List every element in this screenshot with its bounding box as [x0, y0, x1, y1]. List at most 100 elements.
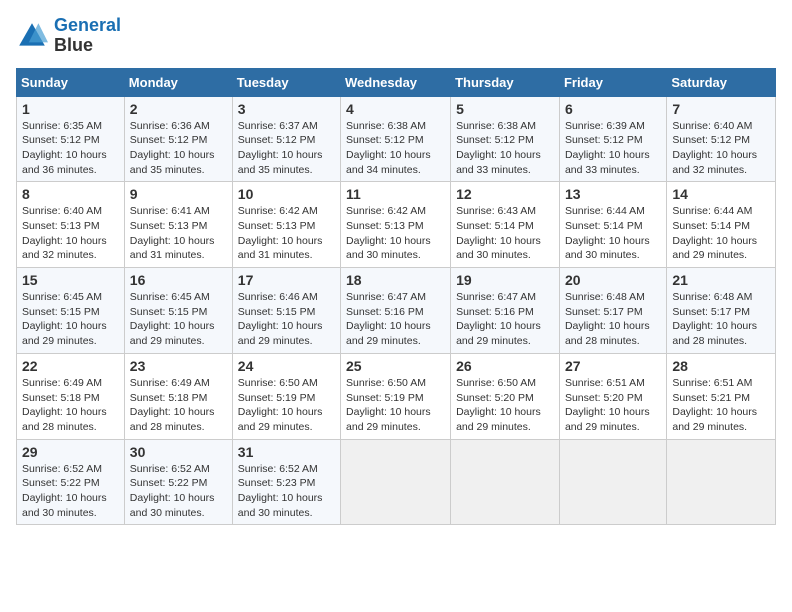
- day-number: 19: [456, 272, 554, 288]
- header-day-monday: Monday: [124, 68, 232, 96]
- calendar-cell: 5 Sunrise: 6:38 AM Sunset: 5:12 PM Daylig…: [451, 96, 560, 182]
- calendar-cell: 25 Sunrise: 6:50 AM Sunset: 5:19 PM Dayli…: [341, 353, 451, 439]
- day-info: Sunrise: 6:37 AM Sunset: 5:12 PM Dayligh…: [238, 119, 335, 178]
- day-number: 30: [130, 444, 227, 460]
- day-number: 22: [22, 358, 119, 374]
- day-info: Sunrise: 6:38 AM Sunset: 5:12 PM Dayligh…: [456, 119, 554, 178]
- day-number: 15: [22, 272, 119, 288]
- day-number: 7: [672, 101, 770, 117]
- day-info: Sunrise: 6:44 AM Sunset: 5:14 PM Dayligh…: [565, 204, 661, 263]
- page-header: General Blue: [16, 16, 776, 56]
- day-number: 5: [456, 101, 554, 117]
- header-day-tuesday: Tuesday: [232, 68, 340, 96]
- day-number: 8: [22, 186, 119, 202]
- day-info: Sunrise: 6:38 AM Sunset: 5:12 PM Dayligh…: [346, 119, 445, 178]
- calendar-cell: 19 Sunrise: 6:47 AM Sunset: 5:16 PM Dayli…: [451, 268, 560, 354]
- calendar-cell: 1Sunrise: 6:35 AM Sunset: 5:12 PM Daylig…: [17, 96, 125, 182]
- day-info: Sunrise: 6:50 AM Sunset: 5:19 PM Dayligh…: [238, 376, 335, 435]
- calendar-cell: 3 Sunrise: 6:37 AM Sunset: 5:12 PM Daylig…: [232, 96, 340, 182]
- logo: General Blue: [16, 16, 121, 56]
- day-number: 13: [565, 186, 661, 202]
- header-row: SundayMondayTuesdayWednesdayThursdayFrid…: [17, 68, 776, 96]
- day-info: Sunrise: 6:47 AM Sunset: 5:16 PM Dayligh…: [456, 290, 554, 349]
- calendar-body: 1Sunrise: 6:35 AM Sunset: 5:12 PM Daylig…: [17, 96, 776, 525]
- calendar-cell: 28Sunrise: 6:51 AM Sunset: 5:21 PM Dayli…: [667, 353, 776, 439]
- logo-text: General Blue: [54, 16, 121, 56]
- calendar-cell: 6 Sunrise: 6:39 AM Sunset: 5:12 PM Daylig…: [559, 96, 666, 182]
- day-info: Sunrise: 6:51 AM Sunset: 5:21 PM Dayligh…: [672, 376, 770, 435]
- calendar-table: SundayMondayTuesdayWednesdayThursdayFrid…: [16, 68, 776, 526]
- calendar-cell: 29Sunrise: 6:52 AM Sunset: 5:22 PM Dayli…: [17, 439, 125, 525]
- calendar-cell: 7 Sunrise: 6:40 AM Sunset: 5:12 PM Daylig…: [667, 96, 776, 182]
- day-number: 9: [130, 186, 227, 202]
- day-number: 10: [238, 186, 335, 202]
- calendar-cell: [559, 439, 666, 525]
- calendar-week-3: 15 Sunrise: 6:45 AM Sunset: 5:15 PM Dayli…: [17, 268, 776, 354]
- calendar-cell: 20 Sunrise: 6:48 AM Sunset: 5:17 PM Dayli…: [559, 268, 666, 354]
- day-number: 14: [672, 186, 770, 202]
- calendar-cell: 31 Sunrise: 6:52 AM Sunset: 5:23 PM Dayli…: [232, 439, 340, 525]
- day-number: 21: [672, 272, 770, 288]
- day-number: 2: [130, 101, 227, 117]
- calendar-cell: [341, 439, 451, 525]
- day-info: Sunrise: 6:48 AM Sunset: 5:17 PM Dayligh…: [672, 290, 770, 349]
- calendar-cell: 16Sunrise: 6:45 AM Sunset: 5:15 PM Dayli…: [124, 268, 232, 354]
- day-info: Sunrise: 6:50 AM Sunset: 5:20 PM Dayligh…: [456, 376, 554, 435]
- day-number: 20: [565, 272, 661, 288]
- calendar-cell: 14 Sunrise: 6:44 AM Sunset: 5:14 PM Dayli…: [667, 182, 776, 268]
- day-info: Sunrise: 6:36 AM Sunset: 5:12 PM Dayligh…: [130, 119, 227, 178]
- calendar-cell: 8 Sunrise: 6:40 AM Sunset: 5:13 PM Daylig…: [17, 182, 125, 268]
- day-info: Sunrise: 6:35 AM Sunset: 5:12 PM Dayligh…: [22, 119, 119, 178]
- calendar-cell: 30Sunrise: 6:52 AM Sunset: 5:22 PM Dayli…: [124, 439, 232, 525]
- day-info: Sunrise: 6:39 AM Sunset: 5:12 PM Dayligh…: [565, 119, 661, 178]
- day-number: 23: [130, 358, 227, 374]
- calendar-cell: 15 Sunrise: 6:45 AM Sunset: 5:15 PM Dayli…: [17, 268, 125, 354]
- day-number: 25: [346, 358, 445, 374]
- header-day-thursday: Thursday: [451, 68, 560, 96]
- calendar-cell: 27Sunrise: 6:51 AM Sunset: 5:20 PM Dayli…: [559, 353, 666, 439]
- calendar-cell: 21 Sunrise: 6:48 AM Sunset: 5:17 PM Dayli…: [667, 268, 776, 354]
- day-number: 27: [565, 358, 661, 374]
- calendar-cell: 9 Sunrise: 6:41 AM Sunset: 5:13 PM Daylig…: [124, 182, 232, 268]
- day-number: 31: [238, 444, 335, 460]
- day-info: Sunrise: 6:49 AM Sunset: 5:18 PM Dayligh…: [130, 376, 227, 435]
- header-day-saturday: Saturday: [667, 68, 776, 96]
- calendar-cell: 26Sunrise: 6:50 AM Sunset: 5:20 PM Dayli…: [451, 353, 560, 439]
- day-info: Sunrise: 6:40 AM Sunset: 5:13 PM Dayligh…: [22, 204, 119, 263]
- day-info: Sunrise: 6:42 AM Sunset: 5:13 PM Dayligh…: [346, 204, 445, 263]
- calendar-cell: 2 Sunrise: 6:36 AM Sunset: 5:12 PM Daylig…: [124, 96, 232, 182]
- day-number: 4: [346, 101, 445, 117]
- day-info: Sunrise: 6:45 AM Sunset: 5:15 PM Dayligh…: [22, 290, 119, 349]
- calendar-header: SundayMondayTuesdayWednesdayThursdayFrid…: [17, 68, 776, 96]
- day-number: 12: [456, 186, 554, 202]
- calendar-cell: 22 Sunrise: 6:49 AM Sunset: 5:18 PM Dayli…: [17, 353, 125, 439]
- day-info: Sunrise: 6:52 AM Sunset: 5:23 PM Dayligh…: [238, 462, 335, 521]
- calendar-cell: 24 Sunrise: 6:50 AM Sunset: 5:19 PM Dayli…: [232, 353, 340, 439]
- calendar-cell: 23 Sunrise: 6:49 AM Sunset: 5:18 PM Dayli…: [124, 353, 232, 439]
- day-number: 11: [346, 186, 445, 202]
- day-number: 6: [565, 101, 661, 117]
- header-day-friday: Friday: [559, 68, 666, 96]
- calendar-week-4: 22 Sunrise: 6:49 AM Sunset: 5:18 PM Dayli…: [17, 353, 776, 439]
- calendar-week-5: 29Sunrise: 6:52 AM Sunset: 5:22 PM Dayli…: [17, 439, 776, 525]
- day-number: 17: [238, 272, 335, 288]
- day-info: Sunrise: 6:52 AM Sunset: 5:22 PM Dayligh…: [22, 462, 119, 521]
- day-info: Sunrise: 6:48 AM Sunset: 5:17 PM Dayligh…: [565, 290, 661, 349]
- header-day-sunday: Sunday: [17, 68, 125, 96]
- calendar-cell: 12 Sunrise: 6:43 AM Sunset: 5:14 PM Dayli…: [451, 182, 560, 268]
- day-info: Sunrise: 6:47 AM Sunset: 5:16 PM Dayligh…: [346, 290, 445, 349]
- day-info: Sunrise: 6:46 AM Sunset: 5:15 PM Dayligh…: [238, 290, 335, 349]
- day-info: Sunrise: 6:43 AM Sunset: 5:14 PM Dayligh…: [456, 204, 554, 263]
- day-number: 24: [238, 358, 335, 374]
- calendar-cell: 11 Sunrise: 6:42 AM Sunset: 5:13 PM Dayli…: [341, 182, 451, 268]
- day-info: Sunrise: 6:42 AM Sunset: 5:13 PM Dayligh…: [238, 204, 335, 263]
- day-info: Sunrise: 6:49 AM Sunset: 5:18 PM Dayligh…: [22, 376, 119, 435]
- day-info: Sunrise: 6:44 AM Sunset: 5:14 PM Dayligh…: [672, 204, 770, 263]
- day-number: 16: [130, 272, 227, 288]
- day-number: 3: [238, 101, 335, 117]
- header-day-wednesday: Wednesday: [341, 68, 451, 96]
- calendar-cell: 18Sunrise: 6:47 AM Sunset: 5:16 PM Dayli…: [341, 268, 451, 354]
- day-info: Sunrise: 6:50 AM Sunset: 5:19 PM Dayligh…: [346, 376, 445, 435]
- day-info: Sunrise: 6:40 AM Sunset: 5:12 PM Dayligh…: [672, 119, 770, 178]
- day-info: Sunrise: 6:41 AM Sunset: 5:13 PM Dayligh…: [130, 204, 227, 263]
